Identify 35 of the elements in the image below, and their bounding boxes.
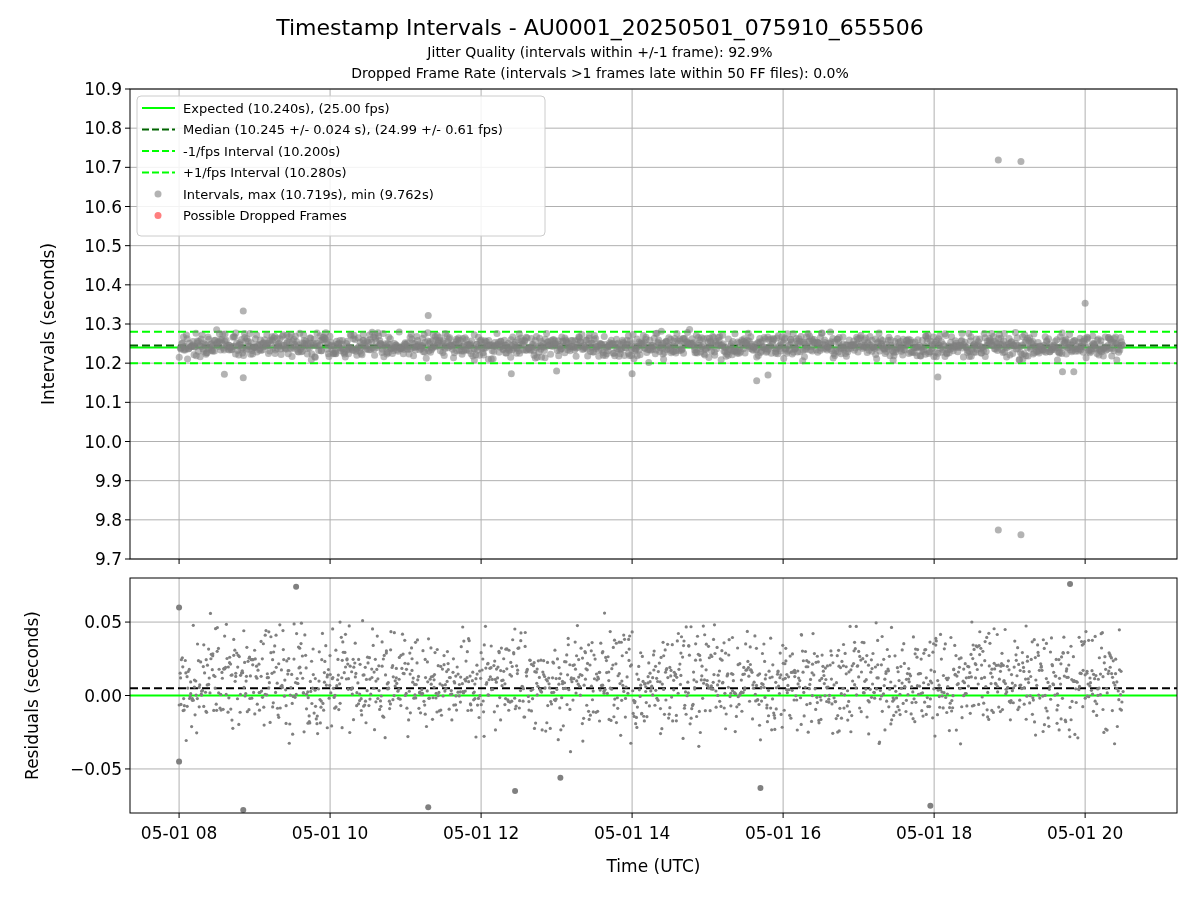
chart-subtitle: Dropped Frame Rate (intervals >1 frames late within 50 FF files): 0.0% xyxy=(351,64,849,83)
axis-label: Intervals (seconds) xyxy=(38,242,58,406)
tick-label: 05-01 20 xyxy=(1046,823,1124,843)
chart-title: Timestamp Intervals - AU0001_20250501_075910_655506 xyxy=(276,14,924,42)
tick-label: 10.0 xyxy=(84,431,122,452)
legend-label: Possible Dropped Frames xyxy=(183,208,347,223)
tick-label: 10.6 xyxy=(84,196,122,217)
tick-label: 05-01 10 xyxy=(291,823,369,843)
tick-label: 0.00 xyxy=(84,685,122,706)
legend-label: Median (10.245 +/- 0.024 s), (24.99 +/- 0.61 fps) xyxy=(183,122,503,137)
tick-label: 10.8 xyxy=(84,118,122,139)
tick-label: 9.7 xyxy=(94,549,122,569)
chart-subtitle: Jitter Quality (intervals within +/-1 frame): 92.9% xyxy=(427,43,773,62)
legend-label: Intervals, max (10.719s), min (9.762s) xyxy=(183,186,434,202)
tick-label: 10.5 xyxy=(84,235,122,256)
tick-label: −0.05 xyxy=(69,758,122,779)
tick-label: 10.7 xyxy=(84,157,122,178)
legend-label: -1/fps Interval (10.200s) xyxy=(183,143,341,159)
tick-label: 10.9 xyxy=(84,79,122,99)
tick-label: 10.2 xyxy=(84,353,122,374)
axis-label: Residuals (seconds) xyxy=(22,611,42,780)
tick-label: 05-01 08 xyxy=(140,823,218,843)
tick-label: 10.3 xyxy=(84,314,122,334)
legend-label: +1/fps Interval (10.280s) xyxy=(183,165,347,180)
tick-label: 10.4 xyxy=(84,274,122,295)
tick-label: 05-01 14 xyxy=(593,823,671,843)
tick-label: 05-01 18 xyxy=(895,823,973,843)
tick-label: 05-01 16 xyxy=(744,823,822,843)
axis-label: Time (UTC) xyxy=(606,856,701,876)
tick-label: 9.9 xyxy=(94,470,122,491)
tick-label: 9.8 xyxy=(94,509,122,530)
tick-label: 10.1 xyxy=(84,392,122,413)
tick-label: 05-01 12 xyxy=(442,823,520,843)
legend-label: Expected (10.240s), (25.00 fps) xyxy=(183,100,390,116)
tick-label: 0.05 xyxy=(84,612,122,633)
